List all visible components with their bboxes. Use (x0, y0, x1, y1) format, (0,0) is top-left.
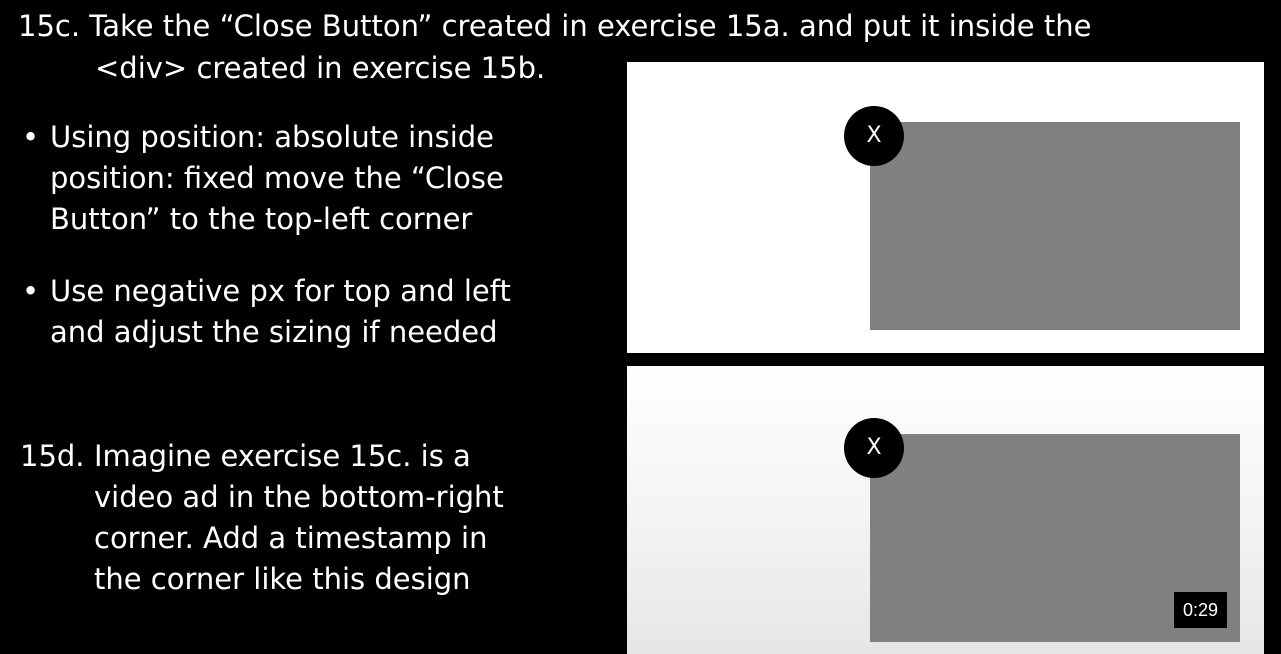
bullet-line: position: fixed move the “Close (50, 161, 504, 195)
exercise-15c-title-continued: <div> created in exercise 15b. (95, 51, 546, 85)
demo-panel-15d: X 0:29 (627, 366, 1264, 654)
exercise-15c-title: 15c. Take the “Close Button” created in … (18, 9, 1092, 43)
slide: 15c. Take the “Close Button” created in … (0, 0, 1281, 654)
exercise-15d-line: the corner like this design (94, 562, 471, 596)
exercise-15d-line: corner. Add a timestamp in (94, 521, 488, 555)
bullet-text: Use negative px for top and left and adj… (50, 271, 511, 353)
exercise-15d-line: Imagine exercise 15c. is a (94, 439, 471, 473)
exercise-15d-line: video ad in the bottom-right (94, 480, 504, 514)
close-button[interactable]: X (844, 418, 904, 478)
bullet-dot: • (22, 120, 40, 154)
bullet-dot: • (22, 274, 40, 308)
bullet-line: Using position: absolute inside (50, 120, 495, 154)
bullet-line: Button” to the top-left corner (50, 202, 473, 236)
bullet-text: Using position: absolute inside position… (50, 117, 504, 240)
exercise-15d-text: Imagine exercise 15c. is a video ad in t… (94, 436, 504, 600)
video-ad-box: X 0:29 (844, 418, 1240, 642)
bullet-line: and adjust the sizing if needed (50, 315, 498, 349)
fixed-ad-box: X (844, 106, 1240, 330)
video-timestamp: 0:29 (1173, 592, 1227, 628)
exercise-15d-number: 15d. (20, 439, 85, 473)
close-button[interactable]: X (844, 106, 904, 166)
demo-panel-15c: X (627, 62, 1264, 353)
bullet-line: Use negative px for top and left (50, 274, 511, 308)
